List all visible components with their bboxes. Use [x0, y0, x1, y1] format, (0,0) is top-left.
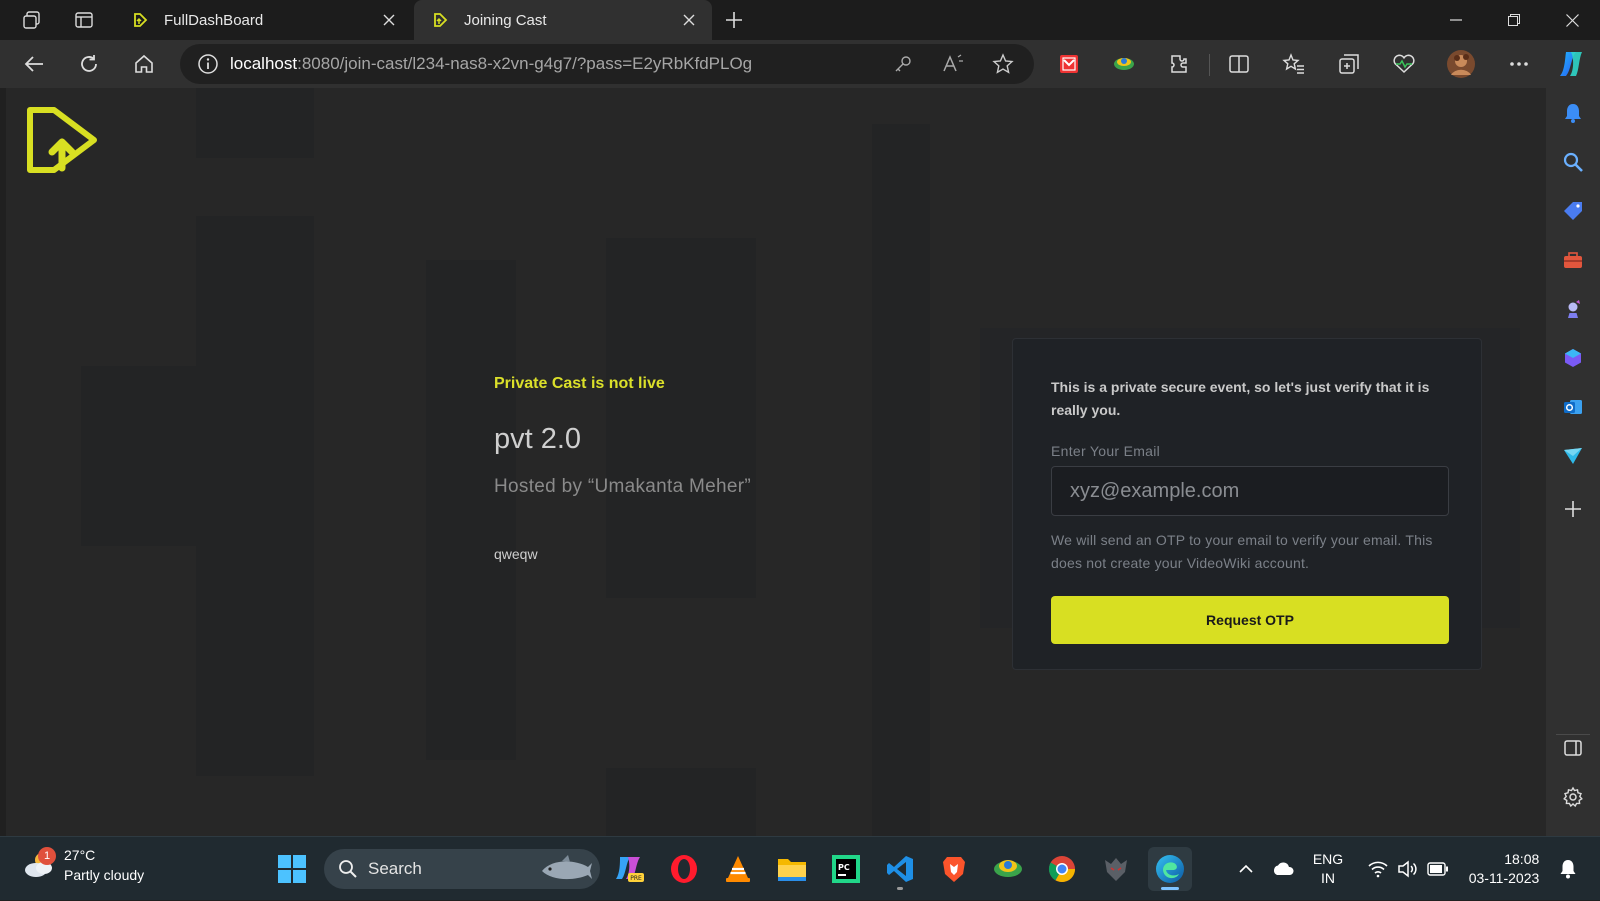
site-favicon-icon — [134, 13, 148, 27]
file-explorer-app[interactable] — [770, 847, 814, 891]
svg-text:PC: PC — [838, 863, 850, 872]
email-input[interactable] — [1051, 466, 1449, 516]
close-window-button[interactable] — [1544, 0, 1600, 40]
add-sidebar-app-icon[interactable] — [1558, 494, 1588, 524]
email-label: Enter Your Email — [1051, 443, 1161, 459]
volume-icon[interactable] — [1394, 837, 1422, 901]
search-label: Search — [368, 859, 422, 878]
close-tab-icon[interactable] — [680, 11, 698, 29]
home-button[interactable] — [127, 47, 161, 81]
show-hidden-icons-button[interactable] — [1232, 837, 1260, 901]
url-host: localhost — [230, 54, 298, 73]
favorites-icon[interactable] — [1277, 47, 1311, 81]
tab-fulldashboard[interactable]: FullDashBoard — [114, 0, 412, 40]
globe-app[interactable] — [986, 847, 1030, 891]
site-favicon-icon — [434, 13, 448, 27]
games-chess-icon[interactable] — [1558, 294, 1588, 324]
brave-app[interactable] — [932, 847, 976, 891]
tools-briefcase-icon[interactable] — [1558, 245, 1588, 275]
cast-host: Hosted by “Umakanta Meher” — [494, 476, 752, 497]
tab-strip: FullDashBoard Joining Cast — [0, 0, 1600, 40]
notifications-bell-icon[interactable] — [1558, 98, 1588, 128]
notification-center-icon[interactable] — [1554, 837, 1582, 901]
windows-logo-icon — [278, 855, 306, 883]
read-aloud-icon[interactable] — [938, 50, 968, 78]
onedrive-icon[interactable] — [1268, 837, 1298, 901]
verify-card: This is a private secure event, so let's… — [1012, 338, 1482, 670]
weather-description: Partly cloudy — [64, 867, 145, 883]
tab-actions-icon[interactable] — [67, 5, 101, 35]
clock[interactable]: 18:08 03-11-2023 — [1462, 837, 1546, 901]
wolf-app[interactable] — [1094, 847, 1138, 891]
verify-intro-text: This is a private secure event, so let's… — [1051, 379, 1430, 418]
close-tab-icon[interactable] — [380, 11, 398, 29]
minimize-button[interactable] — [1428, 0, 1484, 40]
favorite-star-icon[interactable] — [988, 50, 1018, 78]
restore-button[interactable] — [1486, 0, 1542, 40]
tab-title: Joining Cast — [464, 11, 547, 29]
clock-date: 03-11-2023 — [1468, 870, 1540, 886]
wifi-icon[interactable] — [1364, 837, 1392, 901]
weather-temperature: 27°C — [64, 847, 96, 863]
new-tab-button[interactable] — [718, 5, 750, 35]
microsoft-365-icon[interactable] — [1558, 343, 1588, 373]
url-text: localhost:8080/join-cast/l234-nas8-x2vn-… — [230, 54, 752, 74]
language-region: IN — [1321, 870, 1335, 886]
otp-help-text: We will send an OTP to your email to ver… — [1051, 532, 1433, 571]
send-drop-icon[interactable] — [1558, 441, 1588, 471]
search-icon[interactable] — [1558, 147, 1588, 177]
edge-app[interactable] — [1148, 847, 1192, 891]
outlook-icon[interactable] — [1558, 392, 1588, 422]
request-otp-button[interactable]: Request OTP — [1051, 596, 1449, 644]
url-path: :8080/join-cast/l234-nas8-x2vn-g4g7/?pas… — [297, 54, 753, 73]
more-options-icon[interactable] — [1502, 47, 1536, 81]
site-info-icon[interactable] — [186, 53, 230, 75]
svg-text:PRE: PRE — [630, 875, 642, 882]
password-key-icon[interactable] — [888, 50, 918, 78]
vscode-app[interactable] — [878, 847, 922, 891]
sidebar-settings-icon[interactable] — [1558, 782, 1588, 812]
search-highlight-shark-icon — [542, 855, 592, 880]
weather-badge: 1 — [38, 847, 56, 865]
windows-taskbar: 27°C Partly cloudy 1 Search PRE PC ENG I… — [0, 836, 1600, 900]
extensions-icon[interactable] — [1162, 47, 1196, 81]
back-button[interactable] — [17, 47, 51, 81]
split-screen-icon[interactable] — [1222, 47, 1256, 81]
hide-sidebar-icon[interactable] — [1558, 733, 1588, 763]
shopping-tag-icon[interactable] — [1558, 196, 1588, 226]
videowiki-logo[interactable] — [24, 102, 102, 185]
taskbar-search[interactable]: Search — [324, 849, 600, 889]
chrome-app[interactable] — [1040, 847, 1084, 891]
refresh-button[interactable] — [72, 47, 106, 81]
copilot-icon[interactable] — [1555, 47, 1589, 81]
profile-avatar[interactable] — [1444, 47, 1478, 81]
performance-heart-icon[interactable] — [1387, 47, 1421, 81]
copilot-preview-app[interactable]: PRE — [608, 847, 652, 891]
cast-title: pvt 2.0 — [494, 423, 582, 455]
address-bar[interactable]: localhost:8080/join-cast/l234-nas8-x2vn-… — [180, 44, 1034, 84]
language-code: ENG — [1312, 851, 1344, 867]
vlc-app[interactable] — [716, 847, 760, 891]
globe-extension-icon[interactable] — [1107, 47, 1141, 81]
cast-description: qweqw — [494, 546, 538, 562]
battery-icon[interactable] — [1424, 837, 1452, 901]
browser-toolbar: localhost:8080/join-cast/l234-nas8-x2vn-… — [0, 40, 1600, 88]
collections-icon[interactable] — [1332, 47, 1366, 81]
language-indicator[interactable]: ENG IN — [1306, 837, 1350, 901]
tab-joining-cast[interactable]: Joining Cast — [414, 0, 712, 40]
clock-time: 18:08 — [1504, 851, 1540, 867]
page-content: Private Cast is not live pvt 2.0 Hosted … — [6, 88, 1546, 836]
cast-status: Private Cast is not live — [494, 375, 665, 392]
tab-title: FullDashBoard — [164, 11, 264, 29]
search-icon — [339, 860, 357, 878]
workspaces-icon[interactable] — [15, 5, 49, 35]
pycharm-app[interactable]: PC — [824, 847, 868, 891]
shield-extension-icon[interactable] — [1052, 47, 1086, 81]
opera-app[interactable] — [662, 847, 706, 891]
edge-sidebar — [1546, 88, 1600, 836]
start-button[interactable] — [270, 847, 314, 891]
